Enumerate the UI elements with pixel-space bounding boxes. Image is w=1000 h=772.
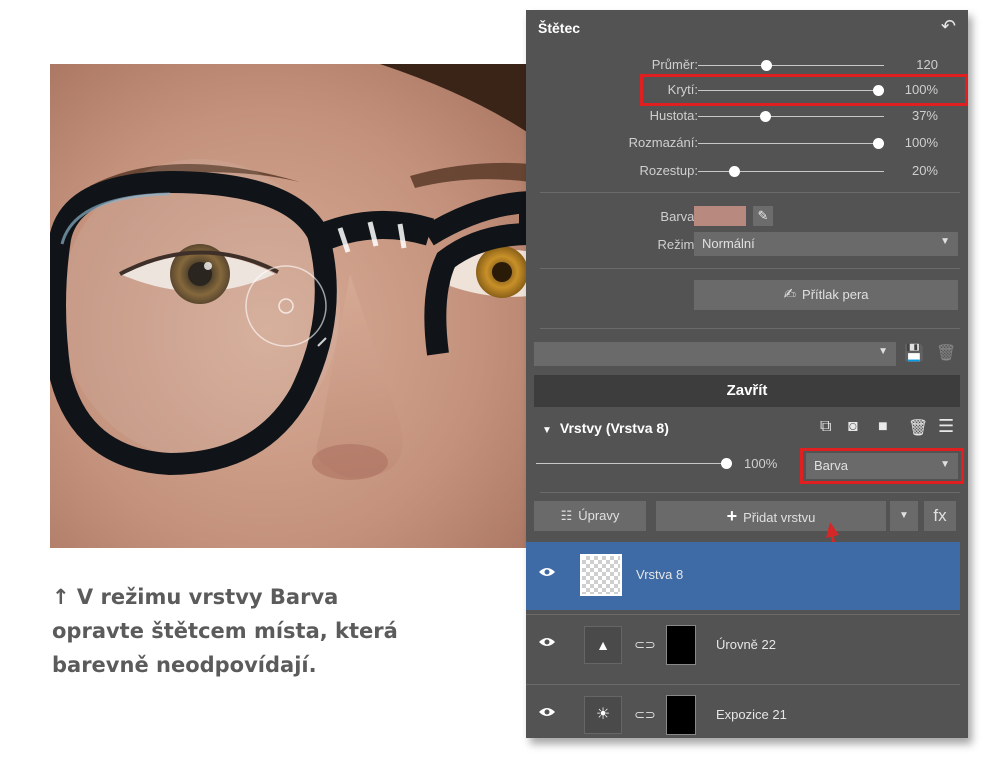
layer-opacity-track[interactable] xyxy=(536,463,726,464)
color-swatch[interactable] xyxy=(694,206,746,226)
color-row: Barva: xyxy=(526,206,968,228)
folder-icon[interactable]: ■ xyxy=(878,418,888,436)
layer-thumbnail xyxy=(580,554,622,596)
slider-track[interactable] xyxy=(698,171,884,172)
layers-header[interactable]: ▼ Vrstvy (Vrstva 8) xyxy=(542,420,669,436)
slider-row-blur: Rozmazání: 100% xyxy=(526,132,968,154)
layer-row[interactable]: ▲ ⊂⊃ Úrovně 22 xyxy=(526,612,960,680)
mask-thumbnail xyxy=(666,695,696,735)
divider xyxy=(540,328,960,329)
layer-row[interactable]: Vrstva 8 xyxy=(526,542,960,610)
slider-track[interactable] xyxy=(698,116,884,117)
slider-value: 20% xyxy=(911,163,938,178)
caption-line-3: barevně neodpovídají. xyxy=(52,653,317,677)
slider-handle[interactable] xyxy=(759,111,771,122)
mode-label: Režim: xyxy=(657,237,698,252)
adjustments-button[interactable]: ☷ Úpravy xyxy=(534,501,646,531)
eye-icon[interactable] xyxy=(538,566,556,578)
slider-track[interactable] xyxy=(698,65,884,66)
slider-row-diameter: Průměr: 120 xyxy=(526,54,968,76)
slider-handle[interactable] xyxy=(761,60,773,71)
slider-handle[interactable] xyxy=(873,138,884,149)
save-icon[interactable]: 💾 xyxy=(904,343,924,363)
fx-button[interactable]: fx xyxy=(924,501,956,531)
highlight-frame xyxy=(640,74,968,106)
plus-icon: + xyxy=(726,506,738,526)
link-icon: ⊂⊃ xyxy=(634,707,656,722)
divider xyxy=(540,268,960,269)
eye-icon[interactable] xyxy=(538,636,556,648)
layers-title: Vrstvy (Vrstva 8) xyxy=(559,420,669,436)
slider-label: Rozmazání: xyxy=(628,135,698,150)
slider-value: 100% xyxy=(904,135,938,150)
layer-row[interactable]: ☀ ⊂⊃ Expozice 21 xyxy=(526,682,960,738)
trash-icon[interactable]: 🗑 xyxy=(936,343,956,363)
mode-value: Normální xyxy=(702,236,755,251)
slider-label: Rozestup: xyxy=(639,163,698,178)
caption: ↑ V režimu vrstvy Barva opravte štětcem … xyxy=(52,580,492,682)
slider-label: Průměr: xyxy=(651,57,698,72)
portrait-image xyxy=(50,64,530,548)
pen-icon: ✍ xyxy=(783,286,797,303)
preset-dropdown[interactable]: ▼ xyxy=(534,342,896,366)
photo-canvas[interactable] xyxy=(50,64,530,548)
chevron-down-icon: ▼ xyxy=(878,346,888,357)
layer-opacity-value: 100% xyxy=(744,456,778,471)
divider xyxy=(540,492,960,493)
pen-pressure-label: Přítlak pera xyxy=(802,287,869,302)
add-layer-label: Přidat vrstvu xyxy=(743,510,816,525)
eyedropper-icon[interactable]: ✎ xyxy=(753,206,773,226)
caption-line-2: opravte štětcem místa, která xyxy=(52,619,398,643)
slider-label: Hustota: xyxy=(649,108,698,123)
add-layer-dropdown[interactable]: ▼ xyxy=(890,501,918,531)
highlight-frame xyxy=(800,448,964,484)
layer-name: Vrstva 8 xyxy=(636,567,684,582)
collapse-icon: ▼ xyxy=(542,425,552,436)
mode-dropdown[interactable]: Normální ▼ xyxy=(694,232,958,256)
menu-icon[interactable]: ☰ xyxy=(938,416,954,437)
slider-row-spacing: Rozestup: 20% xyxy=(526,160,968,182)
layer-opacity-handle[interactable] xyxy=(721,458,732,469)
slider-value: 37% xyxy=(911,108,938,123)
exposure-icon: ☀ xyxy=(584,696,622,734)
slider-row-density: Hustota: 37% xyxy=(526,105,968,127)
slider-handle[interactable] xyxy=(729,166,740,177)
slider-track[interactable] xyxy=(698,143,884,144)
eye-icon[interactable] xyxy=(538,706,556,718)
trash-icon[interactable]: 🗑 xyxy=(908,418,928,438)
adjustments-label: Úpravy xyxy=(578,508,620,523)
tool-panel: Štětec ↶ Průměr: 120 Krytí: 100% Hustota… xyxy=(526,10,968,738)
chevron-down-icon: ▼ xyxy=(940,236,950,247)
reset-icon[interactable]: ↶ xyxy=(941,16,956,37)
pen-pressure-button[interactable]: ✍ Přítlak pera xyxy=(694,280,958,310)
brush-panel-title: Štětec xyxy=(538,20,581,36)
close-button[interactable]: Zavřít xyxy=(534,375,960,407)
layer-name: Úrovně 22 xyxy=(716,637,776,652)
duplicate-layer-icon[interactable]: ⧉ xyxy=(820,418,831,436)
chevron-down-icon: ▼ xyxy=(899,510,909,521)
adjustments-icon: ☷ xyxy=(560,508,573,523)
levels-icon: ▲ xyxy=(584,626,622,664)
divider xyxy=(540,192,960,193)
caption-line-1: ↑ V režimu vrstvy Barva xyxy=(52,585,339,609)
mask-icon[interactable]: ◙ xyxy=(848,418,858,436)
layer-name: Expozice 21 xyxy=(716,707,787,722)
mask-thumbnail xyxy=(666,625,696,665)
color-label: Barva: xyxy=(660,209,698,224)
link-icon: ⊂⊃ xyxy=(634,637,656,652)
slider-value: 120 xyxy=(916,57,938,72)
